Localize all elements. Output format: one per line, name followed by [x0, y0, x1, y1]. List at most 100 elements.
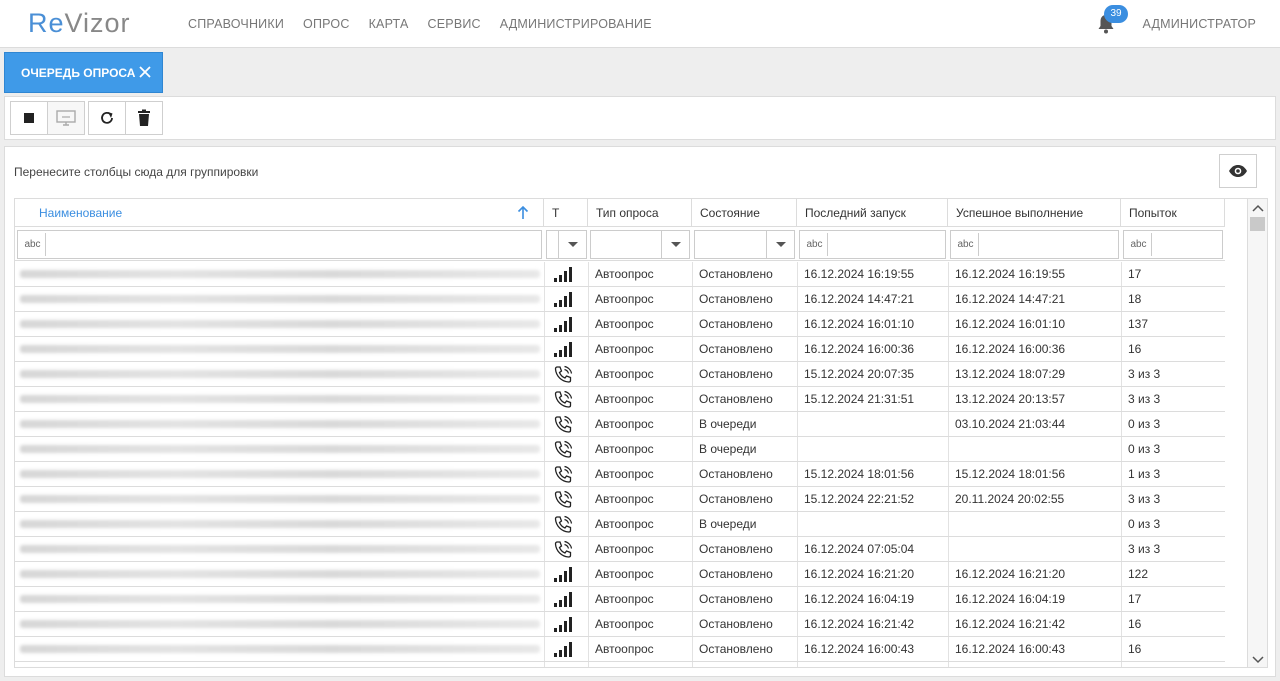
- tab-poll-queue[interactable]: ОЧЕРЕДЬ ОПРОСА: [4, 52, 163, 93]
- nav-references[interactable]: СПРАВОЧНИКИ: [188, 17, 284, 31]
- table-row[interactable]: Автоопрос В очереди 03.10.2024 21:03:44 0 и…: [15, 412, 1225, 437]
- filter-state-select[interactable]: [694, 230, 795, 259]
- filter-tries-input[interactable]: abc: [1123, 230, 1223, 259]
- user-menu[interactable]: АДМИНИСТРАТОР: [1143, 17, 1256, 31]
- col-header-name[interactable]: Наименование: [15, 199, 544, 227]
- column-divider: [692, 387, 693, 411]
- column-divider: [797, 437, 798, 461]
- monitor-button[interactable]: [47, 101, 85, 135]
- group-drop-area[interactable]: Перенесите столбцы сюда для группировки: [14, 165, 258, 179]
- cell-state: Остановлено: [699, 567, 773, 581]
- column-divider: [692, 512, 693, 536]
- text-filter-icon[interactable]: abc: [802, 233, 828, 256]
- column-visibility-button[interactable]: [1219, 154, 1257, 188]
- cell-tries: 16: [1128, 617, 1142, 631]
- table-row[interactable]: [15, 662, 1225, 667]
- table-row[interactable]: Автоопрос Остановлено 16.12.2024 16:01:10 1…: [15, 312, 1225, 337]
- table-row[interactable]: Автоопрос Остановлено 16.12.2024 16:21:42 1…: [15, 612, 1225, 637]
- cell-poll-type: Автоопрос: [595, 542, 654, 556]
- signal-bars-icon: [553, 640, 573, 658]
- col-header-tries[interactable]: Попыток: [1121, 199, 1225, 227]
- column-divider: [797, 637, 798, 661]
- table-row[interactable]: Автоопрос Остановлено 15.12.2024 22:21:52 2…: [15, 487, 1225, 512]
- notification-badge[interactable]: 39: [1104, 5, 1128, 23]
- filter-last-run-input[interactable]: abc: [799, 230, 946, 259]
- nav-map[interactable]: КАРТА: [369, 17, 409, 31]
- cell-state: Остановлено: [699, 317, 773, 331]
- grid-body: Автоопрос Остановлено 16.12.2024 16:19:55 1…: [15, 262, 1225, 667]
- nav-service[interactable]: СЕРВИС: [428, 17, 481, 31]
- cell-tries: 17: [1128, 592, 1142, 606]
- close-icon[interactable]: [137, 64, 153, 80]
- col-header-last-run[interactable]: Последний запуск: [797, 199, 948, 227]
- column-divider: [588, 262, 589, 286]
- scroll-thumb[interactable]: [1250, 217, 1265, 231]
- chevron-down-icon[interactable]: [766, 231, 794, 258]
- phone-icon: [553, 540, 573, 558]
- table-row[interactable]: Автоопрос Остановлено 16.12.2024 14:47:21 1…: [15, 287, 1225, 312]
- table-row[interactable]: Автоопрос Остановлено 16.12.2024 16:21:20 1…: [15, 562, 1225, 587]
- scroll-up-icon[interactable]: [1252, 203, 1264, 213]
- column-divider: [797, 287, 798, 311]
- filter-success-input[interactable]: abc: [950, 230, 1119, 259]
- phone-icon: [553, 365, 573, 383]
- column-divider: [692, 662, 693, 667]
- redacted-name-blur: [20, 495, 540, 503]
- col-name-label: Наименование: [39, 206, 123, 220]
- filter-t-select[interactable]: [546, 230, 587, 259]
- table-row[interactable]: Автоопрос Остановлено 16.12.2024 16:19:55 1…: [15, 262, 1225, 287]
- col-header-t[interactable]: Т: [544, 199, 588, 227]
- chevron-down-icon[interactable]: [558, 231, 586, 258]
- cell-success: 16.12.2024 14:47:21: [955, 292, 1066, 306]
- text-filter-icon[interactable]: abc: [20, 233, 46, 256]
- table-row[interactable]: Автоопрос Остановлено 15.12.2024 18:01:56 1…: [15, 462, 1225, 487]
- vertical-scrollbar[interactable]: [1247, 199, 1267, 667]
- scroll-down-icon[interactable]: [1252, 655, 1264, 665]
- cell-name-redacted: [15, 262, 544, 287]
- redacted-name-blur: [20, 570, 540, 578]
- chevron-down-icon[interactable]: [661, 231, 689, 258]
- table-row[interactable]: Автоопрос Остановлено 16.12.2024 07:05:04 3…: [15, 537, 1225, 562]
- cell-last-run: 15.12.2024 21:31:51: [804, 392, 915, 406]
- delete-button[interactable]: [125, 101, 163, 135]
- table-row[interactable]: Автоопрос В очереди 0 из 3: [15, 437, 1225, 462]
- table-row[interactable]: Автоопрос Остановлено 16.12.2024 16:04:19 1…: [15, 587, 1225, 612]
- column-divider: [1121, 512, 1122, 536]
- cell-name-redacted: [15, 487, 544, 512]
- table-row[interactable]: Автоопрос В очереди 0 из 3: [15, 512, 1225, 537]
- column-divider: [544, 262, 545, 286]
- column-divider: [544, 412, 545, 436]
- nav-polling[interactable]: ОПРОС: [303, 17, 350, 31]
- table-row[interactable]: Автоопрос Остановлено 16.12.2024 16:00:43 1…: [15, 637, 1225, 662]
- sort-ascending-icon[interactable]: [517, 206, 529, 220]
- cell-name-redacted: [15, 637, 544, 662]
- phone-icon: [553, 440, 573, 458]
- stop-icon: [24, 113, 34, 123]
- text-filter-icon[interactable]: abc: [953, 233, 979, 256]
- cell-poll-type: Автоопрос: [595, 292, 654, 306]
- filter-name-input[interactable]: abc: [17, 230, 542, 259]
- table-row[interactable]: Автоопрос Остановлено 15.12.2024 21:31:51 1…: [15, 387, 1225, 412]
- column-divider: [588, 487, 589, 511]
- column-divider: [588, 612, 589, 636]
- column-divider: [1121, 487, 1122, 511]
- cell-last-run: 16.12.2024 16:04:19: [804, 592, 915, 606]
- table-row[interactable]: Автоопрос Остановлено 16.12.2024 16:00:36 1…: [15, 337, 1225, 362]
- col-header-poll-type[interactable]: Тип опроса: [588, 199, 692, 227]
- table-row[interactable]: Автоопрос Остановлено 15.12.2024 20:07:35 1…: [15, 362, 1225, 387]
- redacted-name-blur: [20, 520, 540, 528]
- nav-administration[interactable]: АДМИНИСТРИРОВАНИЕ: [500, 17, 652, 31]
- col-header-state[interactable]: Состояние: [692, 199, 797, 227]
- refresh-button[interactable]: [88, 101, 126, 135]
- stop-button[interactable]: [10, 101, 48, 135]
- cell-tries: 137: [1128, 317, 1149, 331]
- app-logo[interactable]: ReVizor: [28, 8, 131, 39]
- redacted-name-blur: [20, 595, 540, 603]
- column-divider: [797, 337, 798, 361]
- column-divider: [948, 412, 949, 436]
- column-divider: [692, 337, 693, 361]
- eye-icon: [1229, 165, 1247, 177]
- text-filter-icon[interactable]: abc: [1126, 233, 1152, 256]
- filter-poll-type-select[interactable]: [590, 230, 690, 259]
- col-header-success[interactable]: Успешное выполнение: [948, 199, 1121, 227]
